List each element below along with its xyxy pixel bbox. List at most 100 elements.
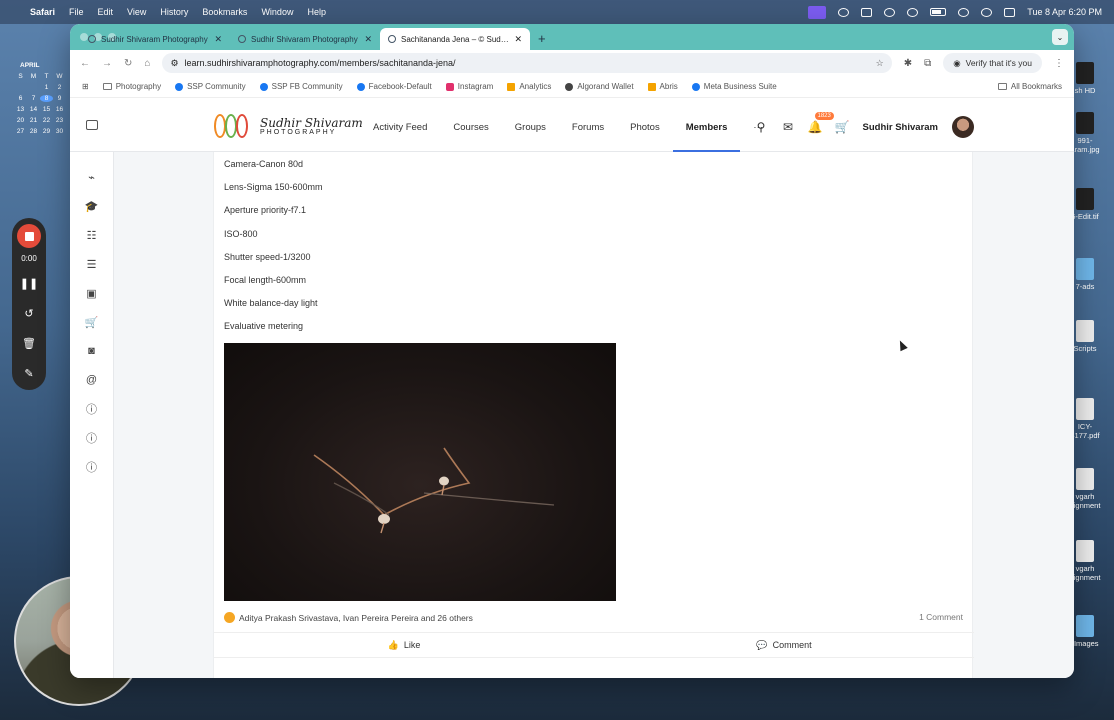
nav-activity-feed[interactable]: Activity Feed xyxy=(360,102,440,152)
spec-line: Focal length-600mm xyxy=(224,274,307,285)
bookmark-meta-business-suite[interactable]: Meta Business Suite xyxy=(691,82,777,91)
nav-members[interactable]: Members xyxy=(672,102,741,152)
stop-recording-button[interactable] xyxy=(17,224,41,248)
nav-forums[interactable]: Forums xyxy=(559,102,617,152)
restart-icon[interactable]: ↺ xyxy=(19,303,39,323)
tab-label: Sudhir Shivaram Photography xyxy=(251,34,358,44)
forward-icon[interactable]: → xyxy=(102,58,112,69)
bookmark-ssp-fb-community[interactable]: SSP FB Community xyxy=(259,82,343,91)
reload-icon[interactable]: ↻ xyxy=(124,58,132,69)
post-photo-birds[interactable] xyxy=(224,343,616,601)
tab-3-active[interactable]: Sachitananda Jena – © Sudhir ✕ xyxy=(380,28,530,50)
app-status-icon[interactable] xyxy=(861,7,873,17)
info-icon[interactable]: ⓘ xyxy=(85,402,99,416)
nav-photos[interactable]: Photos xyxy=(617,102,673,152)
menu-history[interactable]: History xyxy=(160,7,188,17)
calendar-day: 16 xyxy=(55,106,64,113)
site-info-icon[interactable]: ⚙ xyxy=(170,58,178,69)
tab-1[interactable]: Sudhir Shivaram Photography ✕ xyxy=(80,28,230,50)
bookmark-photography[interactable]: Photography xyxy=(102,82,161,91)
site-side-nav: ⌁ 🎓 ☷ ☰ ▣ 🛒 ◙ @ ⓘ ⓘ ⓘ xyxy=(70,152,114,678)
spec-line: Aperture priority-f7.1 xyxy=(224,205,307,216)
close-tab-icon[interactable]: ✕ xyxy=(514,34,522,45)
pencil-icon[interactable]: ✎ xyxy=(19,363,39,383)
avatar[interactable] xyxy=(952,116,974,138)
like-button[interactable]: 👍 Like xyxy=(214,633,594,657)
search-icon[interactable]: ⚲ xyxy=(755,120,768,134)
photos-icon[interactable]: ▣ xyxy=(85,286,99,300)
extension-icon[interactable]: ✱ xyxy=(904,58,912,69)
comment-button[interactable]: 💬 Comment xyxy=(594,633,974,657)
bookmark-instagram[interactable]: Instagram xyxy=(445,82,493,91)
calendar-day: 22 xyxy=(42,117,51,124)
bookmark-abris[interactable]: Abris xyxy=(647,82,678,91)
inbox-icon[interactable]: ✉ xyxy=(782,120,795,134)
info-icon[interactable]: ⓘ xyxy=(85,431,99,445)
logo-mark-icon xyxy=(212,112,254,140)
at-sign-icon[interactable]: @ xyxy=(85,373,99,387)
calendar-day: S xyxy=(18,73,23,80)
bookmark-analytics[interactable]: Analytics xyxy=(507,82,551,91)
graduation-cap-icon[interactable]: 🎓 xyxy=(85,199,99,213)
spec-line: Lens-Sigma 150-600mm xyxy=(224,182,323,193)
bookmark-label: All Bookmarks xyxy=(1010,82,1062,91)
extension-status-icon[interactable] xyxy=(907,7,919,17)
focus-icon[interactable] xyxy=(838,7,850,17)
menu-file[interactable]: File xyxy=(69,7,84,17)
more-menu-icon[interactable]: ⋮ xyxy=(1054,58,1064,69)
control-center-icon[interactable] xyxy=(1004,7,1016,17)
menu-window[interactable]: Window xyxy=(261,7,293,17)
wifi-icon[interactable] xyxy=(958,7,970,17)
address-bar[interactable]: ⚙ learn.sudhirshivaramphotography.com/me… xyxy=(162,53,892,73)
home-icon[interactable]: ⌂ xyxy=(144,58,150,69)
menu-bookmarks[interactable]: Bookmarks xyxy=(202,7,247,17)
reactions-text[interactable]: Aditya Prakash Srivastava, Ivan Pereira … xyxy=(239,613,473,623)
menu-edit[interactable]: Edit xyxy=(98,7,114,17)
sidebar-toggle-icon[interactable] xyxy=(86,120,98,130)
menu-app[interactable]: Safari xyxy=(30,7,55,17)
forums-icon[interactable]: ☰ xyxy=(85,257,99,271)
bookmark-algorand-wallet[interactable]: Algorand Wallet xyxy=(565,82,634,91)
bookmark-star-icon[interactable]: ☆ xyxy=(876,58,884,69)
bell-icon[interactable]: 🔔 1823 xyxy=(808,111,834,134)
cart-icon[interactable]: 🛒 xyxy=(835,120,850,134)
close-tab-icon[interactable]: ✕ xyxy=(364,34,372,45)
comment-count[interactable]: 1 Comment xyxy=(919,612,963,622)
bookmark-facebook-default[interactable]: Facebook-Default xyxy=(356,82,432,91)
calendar-day: 14 xyxy=(29,106,38,113)
nav-courses[interactable]: Courses xyxy=(440,102,501,152)
all-bookmarks[interactable]: All Bookmarks xyxy=(997,82,1062,91)
apps-grid-icon[interactable]: ⊞ xyxy=(82,82,89,91)
cart-icon[interactable]: 🛒 xyxy=(85,315,99,329)
tab-2[interactable]: Sudhir Shivaram Photography ✕ xyxy=(230,28,380,50)
pause-icon[interactable]: ❚❚ xyxy=(19,273,39,293)
spec-line: White balance-day light xyxy=(224,298,318,309)
verify-button[interactable]: ◉ Verify that it's you xyxy=(943,53,1042,73)
close-tab-icon[interactable]: ✕ xyxy=(214,34,222,45)
site-logo[interactable]: Sudhir Shivaram PHOTOGRAPHY xyxy=(212,112,363,140)
battery-icon[interactable] xyxy=(930,8,947,16)
groups-icon[interactable]: ☷ xyxy=(85,228,99,242)
puzzle-icon[interactable]: ⧉ xyxy=(924,58,931,69)
new-tab-button[interactable]: + xyxy=(538,31,546,46)
back-icon[interactable]: ← xyxy=(80,58,90,69)
info-icon[interactable]: ⓘ xyxy=(85,460,99,474)
user-name[interactable]: Sudhir Shivaram xyxy=(863,122,939,133)
chevron-down-icon[interactable]: ⌄ xyxy=(1052,29,1068,45)
tab-label: Sachitananda Jena – © Sudhir xyxy=(401,34,510,44)
menu-help[interactable]: Help xyxy=(307,7,326,17)
menubar-clock[interactable]: Tue 8 Apr 6:20 PM xyxy=(1027,7,1102,17)
menu-view[interactable]: View xyxy=(127,7,146,17)
spotlight-search-icon[interactable] xyxy=(981,7,993,17)
activity-icon[interactable]: ⌁ xyxy=(85,170,99,184)
profile-icon: ◉ xyxy=(953,57,961,68)
calendar-day: 20 xyxy=(16,117,25,124)
bookmark-ssp-community[interactable]: SSP Community xyxy=(175,82,246,91)
trash-icon[interactable]: 🗑 xyxy=(19,333,39,353)
screen-record-icon[interactable] xyxy=(808,5,827,19)
post-reactions[interactable]: Aditya Prakash Srivastava, Ivan Pereira … xyxy=(224,612,473,623)
nav-groups[interactable]: Groups xyxy=(502,102,559,152)
gear-status-icon[interactable] xyxy=(884,7,896,17)
url-text[interactable]: learn.sudhirshivaramphotography.com/memb… xyxy=(185,58,456,68)
camera-icon[interactable]: ◙ xyxy=(85,344,99,358)
